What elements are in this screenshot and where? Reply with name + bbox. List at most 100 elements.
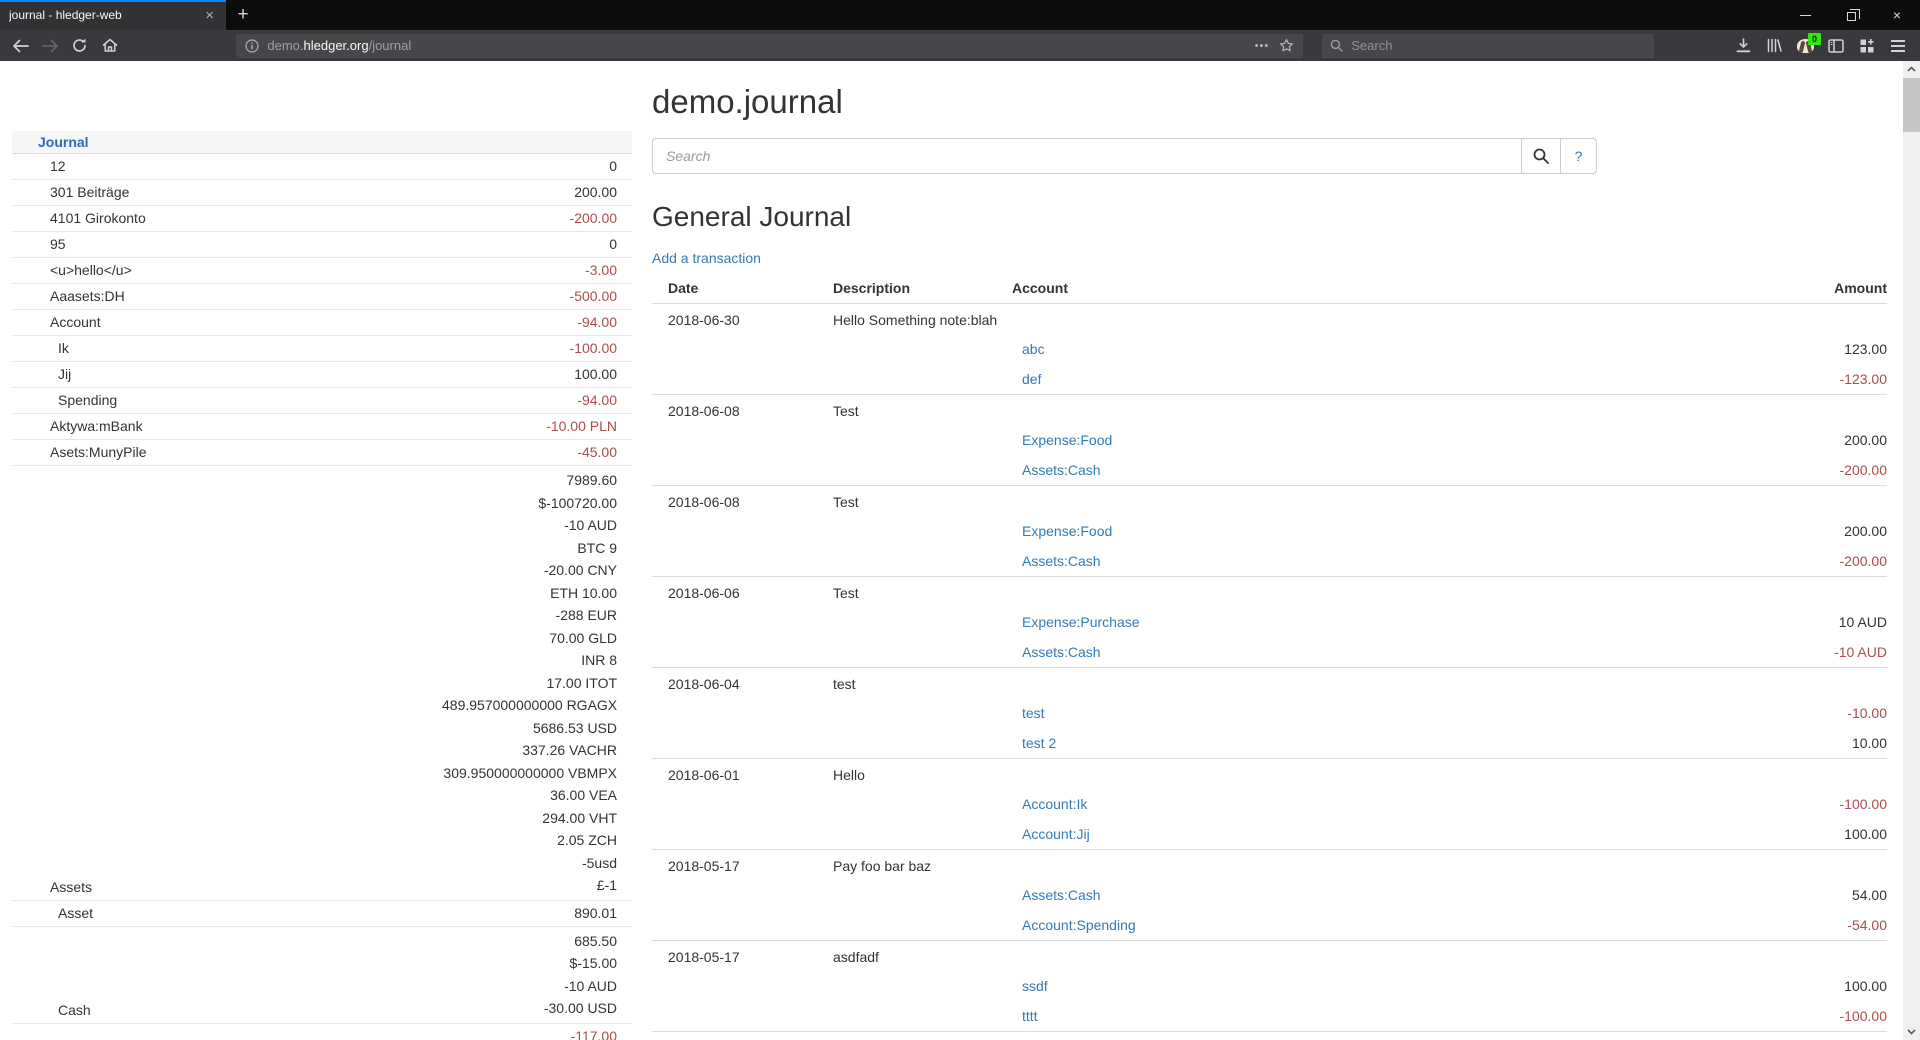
posting-amount: -10.00: [1762, 698, 1887, 728]
menu-button[interactable]: [1883, 32, 1914, 60]
main-column: demo.journal ? General Journal Add a tra…: [652, 61, 1887, 1040]
scrollbar-down-icon[interactable]: [1903, 1024, 1920, 1040]
posting-account-link[interactable]: def: [1022, 371, 1041, 387]
posting-account-link[interactable]: Account:Spending: [1022, 917, 1136, 933]
amount-value: -10 AUD: [442, 975, 617, 998]
window-close-button[interactable]: ×: [1874, 0, 1920, 30]
transaction-summary-row[interactable]: 2018-06-04test: [652, 668, 1887, 699]
posting-amount: 200.00: [1762, 516, 1887, 546]
journal-header-link[interactable]: Journal: [38, 134, 89, 150]
sidebar-account-name[interactable]: Aaasets:DH: [12, 284, 442, 310]
url-text[interactable]: demo.hledger.org/journal: [267, 38, 1254, 53]
minimize-icon: [1800, 15, 1811, 16]
amount-value: -500.00: [442, 287, 617, 306]
sidebar-account-amounts: -100.00: [442, 336, 632, 362]
sidebar-account-name[interactable]: Account: [12, 310, 442, 336]
window-restore-button[interactable]: [1828, 0, 1874, 30]
sidebar-toggle-button[interactable]: [1821, 32, 1852, 60]
sidebar-account-name[interactable]: Asset: [12, 900, 442, 926]
transaction-summary-row[interactable]: 2018-06-01Hello: [652, 759, 1887, 790]
page-scrollbar[interactable]: [1903, 61, 1920, 1040]
sidebar-header-row: Journal: [12, 131, 632, 154]
add-transaction-link[interactable]: Add a transaction: [652, 250, 761, 266]
downloads-button[interactable]: [1728, 32, 1759, 60]
sidebar-account-name[interactable]: <u>hello</u>: [12, 258, 442, 284]
posting-account-link[interactable]: test 2: [1022, 735, 1056, 751]
sidebar-account-name[interactable]: Ik: [12, 336, 442, 362]
transaction-description: Test: [833, 395, 1012, 426]
transaction-date: 2018-06-08: [652, 395, 833, 426]
search-help-button[interactable]: ?: [1561, 138, 1597, 174]
home-button[interactable]: [95, 33, 125, 59]
window-minimize-button[interactable]: [1782, 0, 1828, 30]
scrollbar-up-icon[interactable]: [1903, 61, 1920, 77]
amount-value: £-1: [442, 874, 617, 897]
posting-account-link[interactable]: Assets:Cash: [1022, 462, 1101, 478]
posting-account-link[interactable]: tttt: [1022, 1008, 1038, 1024]
journal-table: Date Description Account Amount 2018-06-…: [652, 275, 1887, 1040]
posting-account-link[interactable]: Expense:Food: [1022, 523, 1112, 539]
amount-value: 0: [442, 157, 617, 176]
transaction-summary-row[interactable]: 2018-06-08Test: [652, 486, 1887, 517]
sidebar-account-name[interactable]: Assets: [12, 466, 442, 901]
sidebar-account-name[interactable]: Spending: [12, 388, 442, 414]
posting-account-link[interactable]: Expense:Food: [1022, 432, 1112, 448]
sidebar-account-row: Cash685.50$-15.00-10 AUD-30.00 USD: [12, 926, 632, 1023]
amount-value: 337.26 VACHR: [442, 739, 617, 762]
sidebar-account-amounts: -3.00: [442, 258, 632, 284]
library-button[interactable]: [1759, 32, 1790, 60]
transaction-summary-row[interactable]: 2018-05-17Pay foo bar baz: [652, 850, 1887, 881]
amount-value: 0: [442, 235, 617, 254]
transaction-summary-row[interactable]: 2018-05-17asdfadf: [652, 941, 1887, 972]
sidebar-account-name[interactable]: 12: [12, 154, 442, 180]
posting-account-link[interactable]: abc: [1022, 341, 1045, 357]
posting-account-link[interactable]: ssdf: [1022, 978, 1048, 994]
site-info-icon[interactable]: [245, 39, 259, 53]
sidebar-account-amounts: 200.00: [442, 180, 632, 206]
page-actions-icon[interactable]: •••: [1255, 40, 1270, 52]
posting-account-link[interactable]: Account:Jij: [1022, 826, 1090, 842]
journal-search-input[interactable]: [652, 138, 1522, 174]
search-submit-button[interactable]: [1522, 138, 1561, 174]
url-host: hledger.org: [304, 38, 369, 53]
sidebar-account-name[interactable]: Cash: [12, 926, 442, 1023]
transaction-summary-row[interactable]: 2018-06-06Test: [652, 577, 1887, 608]
transaction-summary-row[interactable]: 2018-06-08Test: [652, 395, 1887, 426]
forward-button[interactable]: [36, 33, 66, 59]
sidebar-account-name[interactable]: 95: [12, 232, 442, 258]
bookmark-star-icon[interactable]: [1279, 38, 1294, 53]
extension-badger-button[interactable]: 0: [1790, 32, 1821, 60]
posting-row: abc123.00: [652, 334, 1887, 364]
extensions-grid-button[interactable]: [1852, 32, 1883, 60]
sidebar-account-name[interactable]: 301 Beiträge: [12, 180, 442, 206]
transaction-summary-row[interactable]: 2018-05-17Test: [652, 1032, 1887, 1040]
amount-value: -100.00: [442, 339, 617, 358]
sidebar-account-name[interactable]: Aktywa:mBank: [12, 414, 442, 440]
sidebar-account-amounts: -45.00: [442, 440, 632, 466]
transaction-summary-row[interactable]: 2018-06-30Hello Something note:blah: [652, 304, 1887, 335]
posting-account-link[interactable]: Account:Ik: [1022, 796, 1087, 812]
tab-close-icon[interactable]: ×: [202, 6, 217, 25]
posting-account-link[interactable]: test: [1022, 705, 1045, 721]
sidebar-account-name[interactable]: Asets:MunyPile: [12, 440, 442, 466]
back-button[interactable]: [6, 33, 36, 59]
url-bar[interactable]: demo.hledger.org/journal •••: [236, 34, 1303, 58]
reload-button[interactable]: [65, 33, 95, 59]
amount-value: 17.00 ITOT: [442, 672, 617, 695]
new-tab-button[interactable]: +: [226, 0, 260, 30]
amount-value: 36.00 VEA: [442, 784, 617, 807]
posting-account-link[interactable]: Assets:Cash: [1022, 887, 1101, 903]
posting-amount: 54.00: [1762, 880, 1887, 910]
sidebar-account-name[interactable]: [12, 1023, 442, 1040]
posting-account-link[interactable]: Assets:Cash: [1022, 644, 1101, 660]
posting-account-link[interactable]: Assets:Cash: [1022, 553, 1101, 569]
sidebar-account-name[interactable]: Jij: [12, 362, 442, 388]
amount-value: 309.950000000000 VBMPX: [442, 762, 617, 785]
sidebar-account-row: 4101 Girokonto-200.00: [12, 206, 632, 232]
reload-icon: [72, 38, 87, 53]
browser-search-box[interactable]: Search: [1322, 34, 1654, 58]
posting-account-link[interactable]: Expense:Purchase: [1022, 614, 1140, 630]
browser-tab-active[interactable]: journal - hledger-web ×: [0, 0, 226, 30]
sidebar-account-name[interactable]: 4101 Girokonto: [12, 206, 442, 232]
scrollbar-thumb[interactable]: [1903, 78, 1920, 132]
